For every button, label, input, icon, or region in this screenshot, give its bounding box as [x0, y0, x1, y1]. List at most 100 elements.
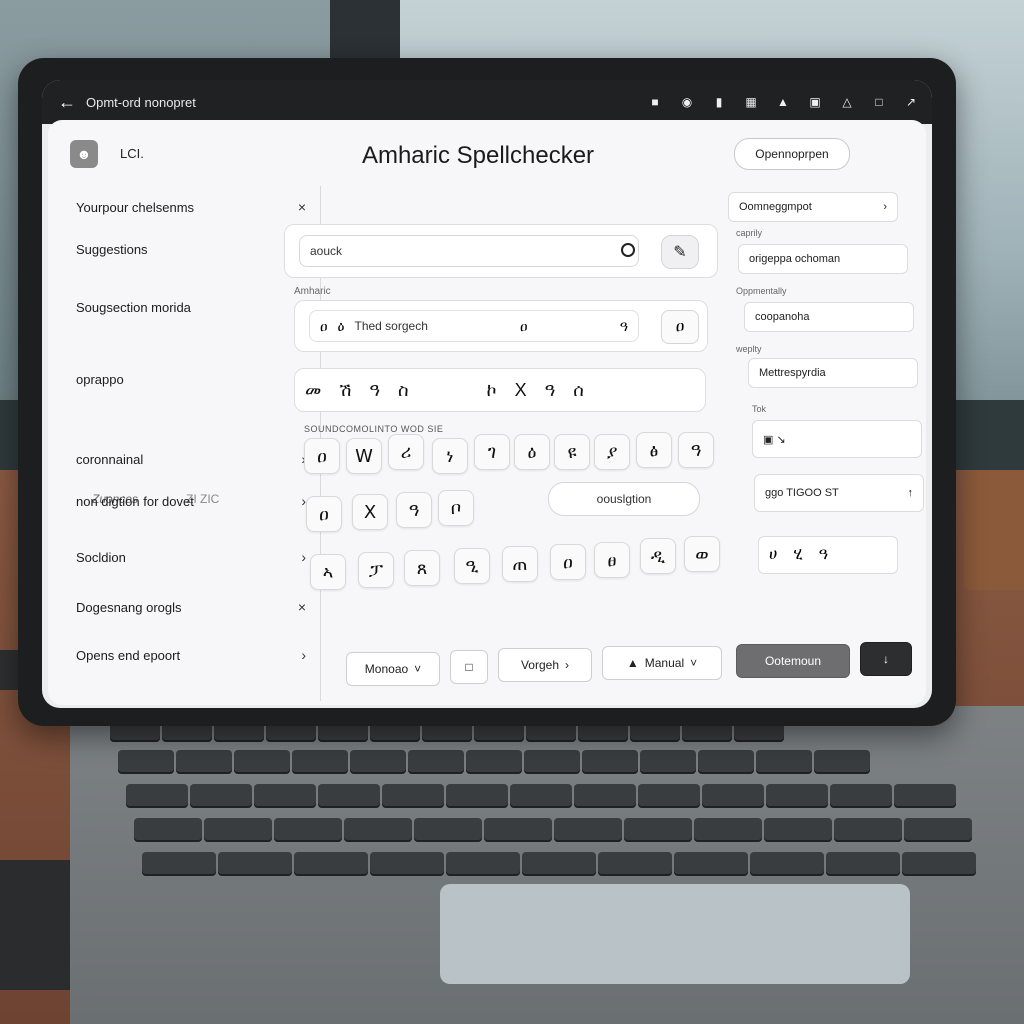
physical-key	[510, 784, 572, 808]
char-key[interactable]: ሂ	[793, 546, 802, 564]
key[interactable]: ዩ	[554, 434, 590, 470]
physical-key	[446, 852, 520, 876]
suggestion-row[interactable]: ዐ ዕ Thed sorgech ዐ ዓ	[309, 310, 639, 342]
key[interactable]: ፀ	[594, 542, 630, 578]
right-item-option-3[interactable]: Mettrespyrdia	[748, 358, 918, 388]
key[interactable]: ኣ	[310, 554, 346, 590]
key[interactable]: ዓ	[396, 492, 432, 528]
char-key[interactable]: ዓ	[369, 380, 380, 401]
key[interactable]: ያ	[594, 434, 630, 470]
search-input[interactable]	[299, 235, 639, 267]
share-icon[interactable]: ↗	[904, 95, 918, 109]
close-icon[interactable]: ×	[298, 199, 306, 215]
right-checkbox-row[interactable]: ▣ ↘	[752, 420, 922, 458]
pen-icon[interactable]: ✎	[661, 235, 699, 269]
right-section-label: Oppmentally	[736, 286, 787, 296]
key[interactable]: ቦ	[438, 490, 474, 526]
top-bar: ← Opmt-ord nonopret ■ ◉ ▮ ▦ ▲ ▣ △ □ ↗	[42, 80, 932, 124]
chevron-right-icon: ›	[565, 658, 570, 672]
warning-icon[interactable]: △	[840, 95, 854, 109]
key[interactable]: ዓ	[678, 432, 714, 468]
info-box: ggo TIGOO ST ↑	[754, 474, 924, 512]
char-key[interactable]: ዓ	[819, 546, 828, 564]
folder-icon[interactable]: ■	[648, 95, 662, 109]
sidebar-item-your-choices[interactable]: Yourpour chelsenms ×	[76, 192, 306, 222]
physical-key	[414, 818, 482, 842]
sidebar-item-open-export[interactable]: Opens end epoort ›	[76, 640, 306, 670]
key[interactable]: ዐ	[550, 544, 586, 580]
action-toggle[interactable]: Ootemoun	[736, 644, 850, 678]
file-icon[interactable]: ▮	[712, 95, 726, 109]
sidebar-item-coronnainal[interactable]: coronnainal ›	[76, 444, 306, 474]
globe-icon[interactable]: ◉	[680, 95, 694, 109]
up-arrow-icon[interactable]: ↑	[908, 487, 914, 499]
sidebar-item-label: Dogesnang orogls	[76, 599, 182, 615]
physical-key	[294, 852, 368, 876]
key[interactable]: X	[352, 494, 388, 530]
right-item-label: coopanoha	[755, 311, 810, 323]
key[interactable]: ዐ	[306, 496, 342, 532]
sidebar-item-oprappo[interactable]: oprappo ›	[76, 364, 306, 394]
key[interactable]: ዲ	[640, 538, 676, 574]
char-key[interactable]: መ	[305, 380, 321, 401]
open-button[interactable]: Opennoprpen	[734, 138, 850, 170]
desk-object	[964, 470, 1024, 590]
checkbox-icon[interactable]: ▣ ↘	[763, 433, 786, 446]
right-item-label: Oomneggmpot	[739, 201, 812, 213]
right-item-option-1[interactable]: origeppa ochoman	[738, 244, 908, 274]
sidebar-item-suggestions[interactable]: Suggestions ›	[76, 234, 306, 264]
trackpad[interactable]	[440, 884, 910, 984]
char-key[interactable]: X	[515, 380, 527, 401]
right-item-option-2[interactable]: coopanoha	[744, 302, 914, 332]
physical-key	[484, 818, 552, 842]
physical-key	[350, 750, 406, 774]
char-key[interactable]: ሀ	[769, 546, 777, 564]
sidebar-item-solution[interactable]: Socldion ›	[76, 542, 306, 572]
manual-dropdown[interactable]: ▲ Manual ˅	[602, 646, 722, 680]
sidebar-item-dogesnang[interactable]: Dogesnang orogls ×	[76, 592, 306, 622]
char-key[interactable]: ስ	[398, 380, 409, 401]
right-panel: Oomneggmpot › caprily origeppa ochoman O…	[728, 188, 924, 648]
key[interactable]: ነ	[432, 438, 468, 474]
key[interactable]: ጠ	[502, 546, 538, 582]
upload-icon[interactable]: ▲	[776, 95, 790, 109]
char-key[interactable]: ሽ	[339, 380, 351, 401]
physical-key	[894, 784, 956, 808]
main-editor: ✎ Amharic ዐ ዕ Thed sorgech ዐ ዓ ዐ መ ሽ ዓ ስ…	[284, 224, 720, 684]
menu-dropdown[interactable]: Monoao ˅	[346, 652, 440, 686]
key[interactable]: ዒ	[454, 548, 490, 584]
avatar[interactable]: ☻	[70, 140, 98, 168]
physical-key	[254, 784, 316, 808]
char-key[interactable]: ሰ	[573, 380, 584, 401]
window-icon[interactable]: □	[872, 95, 886, 109]
key[interactable]: ሪ	[388, 434, 424, 470]
image-icon[interactable]: ▣	[808, 95, 822, 109]
bold-icon[interactable]: □	[450, 650, 488, 684]
physical-key	[204, 818, 272, 842]
key[interactable]: ዕ	[514, 434, 550, 470]
physical-key	[466, 750, 522, 774]
search-icon[interactable]	[621, 243, 635, 257]
physical-key	[524, 750, 580, 774]
sidebar-item-diction[interactable]: non digtion for dovet ›	[76, 486, 306, 516]
sidebar-item-label: non digtion for dovet	[76, 493, 194, 509]
suggestion-apply-button[interactable]: ዐ	[661, 310, 699, 344]
key[interactable]: W	[346, 438, 382, 474]
app-panel: ☻ LCI. Amharic Spellchecker Opennoprpen …	[48, 120, 926, 705]
char-key[interactable]: ዓ	[545, 380, 556, 401]
sidebar-item-suggestion-mode[interactable]: Sougsection morida ›	[76, 292, 306, 322]
physical-key	[382, 784, 444, 808]
option-pill[interactable]: oouslgtion	[548, 482, 700, 516]
key[interactable]: ፓ	[358, 552, 394, 588]
key[interactable]: ፅ	[636, 432, 672, 468]
grid-icon[interactable]: ▦	[744, 95, 758, 109]
key[interactable]: ወ	[684, 536, 720, 572]
key[interactable]: ገ	[474, 434, 510, 470]
right-item-main[interactable]: Oomneggmpot ›	[728, 192, 898, 222]
physical-key	[694, 818, 762, 842]
char-key[interactable]: ኮ	[487, 380, 497, 401]
key[interactable]: ዐ	[304, 438, 340, 474]
vorgeh-button[interactable]: Vorgeh ›	[498, 648, 592, 682]
back-arrow-icon[interactable]: ←	[58, 92, 78, 112]
key[interactable]: ጸ	[404, 550, 440, 586]
